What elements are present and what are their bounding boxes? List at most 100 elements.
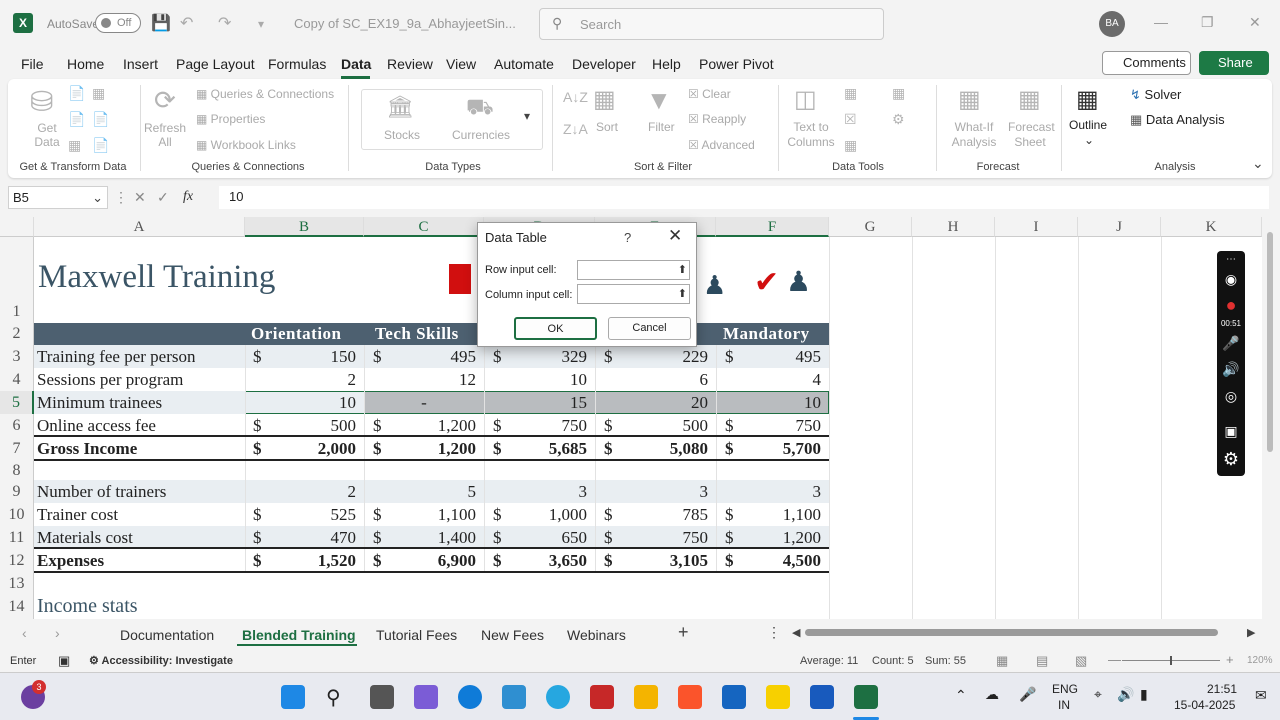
row10-label[interactable]: Trainer cost xyxy=(37,505,118,525)
tab-documentation[interactable]: Documentation xyxy=(120,627,214,643)
cell-f3[interactable]: 495 xyxy=(716,347,829,367)
existing-connections-icon[interactable]: ▦ xyxy=(68,137,81,154)
help-icon[interactable]: ? xyxy=(624,230,631,245)
more-options-icon[interactable]: ⋮ xyxy=(114,189,128,206)
cell-f11[interactable]: 1,200 xyxy=(716,528,829,548)
col-header-g[interactable]: G xyxy=(829,217,912,237)
store-icon[interactable] xyxy=(502,685,526,709)
get-data-button[interactable]: Get Data xyxy=(29,121,65,149)
consolidate-icon[interactable]: ▦ xyxy=(892,85,905,102)
outline-dropdown-icon[interactable]: ⌄ xyxy=(1084,133,1094,147)
menu-automate[interactable]: Automate xyxy=(494,56,554,72)
language-primary[interactable]: ENG xyxy=(1052,682,1078,696)
cell-e4[interactable]: 6 xyxy=(595,370,716,390)
cell-c7[interactable]: 1,200 xyxy=(364,439,484,459)
confirm-entry-icon[interactable]: ✓ xyxy=(157,189,169,206)
queries-connections-button[interactable]: ▦ Queries & Connections xyxy=(196,87,334,101)
row-header-8[interactable]: 8 xyxy=(0,461,34,480)
autosave-toggle[interactable]: Off xyxy=(95,13,141,33)
brave-icon[interactable] xyxy=(678,685,702,709)
currencies-button[interactable]: Currencies xyxy=(452,128,510,142)
zoom-level[interactable]: 120% xyxy=(1247,655,1273,666)
column-input-field[interactable]: ⬆ xyxy=(577,284,690,304)
customize-qat-icon[interactable]: ▾ xyxy=(258,17,264,31)
relationships-icon[interactable]: ⚙ xyxy=(892,111,905,128)
zoom-in-icon[interactable]: + xyxy=(1226,652,1234,667)
webcam-icon[interactable]: ◎ xyxy=(1217,388,1245,405)
data-analysis-button[interactable]: ▦ Data Analysis xyxy=(1130,112,1225,128)
drag-handle-icon[interactable]: ⋯ xyxy=(1217,254,1245,265)
cell-e5[interactable]: 20 xyxy=(595,393,716,413)
solver-button[interactable]: ↯ Solver xyxy=(1130,87,1181,103)
filter-button[interactable]: Filter xyxy=(648,120,675,134)
from-web-icon[interactable]: ▦ xyxy=(92,85,105,102)
from-table-icon[interactable]: 📄 xyxy=(68,111,85,128)
col-header-c[interactable]: C xyxy=(364,217,484,237)
normal-view-icon[interactable]: ▦ xyxy=(996,653,1008,669)
cell-b11[interactable]: 470 xyxy=(245,528,364,548)
word-icon[interactable] xyxy=(810,685,834,709)
reapply-button[interactable]: ☒ Reapply xyxy=(688,112,746,126)
save-icon[interactable]: 💾 xyxy=(151,13,171,33)
document-title[interactable]: Copy of SC_EX19_9a_AbhayjeetSin... xyxy=(294,16,516,31)
menu-formulas[interactable]: Formulas xyxy=(268,56,326,72)
col-header-h[interactable]: H xyxy=(912,217,995,237)
search-box[interactable]: ⚲ Search xyxy=(539,8,884,40)
prev-sheet-icon[interactable]: ‹ xyxy=(22,625,27,641)
cell-b4[interactable]: 2 xyxy=(245,370,364,390)
window-icon[interactable]: ▣ xyxy=(1217,423,1245,440)
row4-label[interactable]: Sessions per program xyxy=(37,370,183,390)
clock-time[interactable]: 21:51 xyxy=(1207,682,1237,696)
excel-taskbar-icon[interactable] xyxy=(854,685,878,709)
avatar[interactable]: BA xyxy=(1099,11,1125,37)
col-header-i[interactable]: I xyxy=(995,217,1078,237)
select-all-corner[interactable] xyxy=(0,217,34,237)
cell-e11[interactable]: 750 xyxy=(595,528,716,548)
what-if-analysis-button[interactable]: What-If Analysis xyxy=(946,120,1002,150)
close-window-icon[interactable]: ✕ xyxy=(1249,14,1261,31)
row14-label[interactable]: Income stats xyxy=(37,595,138,618)
cell-b3[interactable]: 150 xyxy=(245,347,364,367)
zoom-out-icon[interactable]: — xyxy=(1108,652,1121,667)
cell-e12[interactable]: 3,105 xyxy=(595,551,716,571)
cell-c3[interactable]: 495 xyxy=(364,347,484,367)
notifications-bell-icon[interactable]: ✉ xyxy=(1255,687,1267,704)
menu-page-layout[interactable]: Page Layout xyxy=(176,56,255,72)
close-icon[interactable]: ✕ xyxy=(668,226,682,246)
cell-f12[interactable]: 4,500 xyxy=(716,551,829,571)
menu-power-pivot[interactable]: Power Pivot xyxy=(699,56,774,72)
cancel-entry-icon[interactable]: ✕ xyxy=(134,189,146,206)
copilot-icon[interactable] xyxy=(414,685,438,709)
row-header-12[interactable]: 12 xyxy=(0,549,34,573)
cell-e7[interactable]: 5,080 xyxy=(595,439,716,459)
row11-label[interactable]: Materials cost xyxy=(37,528,133,548)
language-secondary[interactable]: IN xyxy=(1058,698,1070,712)
range-picker-icon[interactable]: ⬆ xyxy=(678,263,687,276)
row6-label[interactable]: Online access fee xyxy=(37,416,156,436)
camera-icon[interactable]: ◉ xyxy=(1217,271,1245,288)
row-header-7[interactable]: 7 xyxy=(0,437,34,461)
edge-icon[interactable] xyxy=(458,685,482,709)
next-sheet-icon[interactable]: › xyxy=(55,625,60,641)
name-box-dropdown-icon[interactable]: ⌄ xyxy=(92,187,103,209)
accessibility-button[interactable]: ⚙ Accessibility: Investigate xyxy=(89,654,233,667)
cell-c6[interactable]: 1,200 xyxy=(364,416,484,436)
cell-d5[interactable]: 15 xyxy=(484,393,595,413)
tab-tutorial-fees[interactable]: Tutorial Fees xyxy=(376,627,457,643)
formula-input[interactable]: 10 xyxy=(219,186,1269,209)
outline-button[interactable]: Outline xyxy=(1069,118,1107,132)
row-header-5[interactable]: 5 xyxy=(0,391,34,414)
wifi-icon[interactable]: ⌖ xyxy=(1094,686,1102,703)
battery-icon[interactable]: ▮ xyxy=(1140,686,1148,703)
col-header-b[interactable]: B xyxy=(245,217,364,237)
menu-home[interactable]: Home xyxy=(67,56,104,72)
add-sheet-icon[interactable]: + xyxy=(678,622,689,643)
row-header-6[interactable]: 6 xyxy=(0,414,34,437)
header-tech-skills[interactable]: Tech Skills xyxy=(375,324,459,344)
file-explorer-icon[interactable] xyxy=(634,685,658,709)
zoom-slider-thumb[interactable] xyxy=(1170,656,1172,665)
data-validation-icon[interactable]: ▦ xyxy=(844,137,857,154)
recent-sources-icon[interactable]: 📄 xyxy=(92,111,109,128)
cell-d11[interactable]: 650 xyxy=(484,528,595,548)
tab-webinars[interactable]: Webinars xyxy=(567,627,626,643)
